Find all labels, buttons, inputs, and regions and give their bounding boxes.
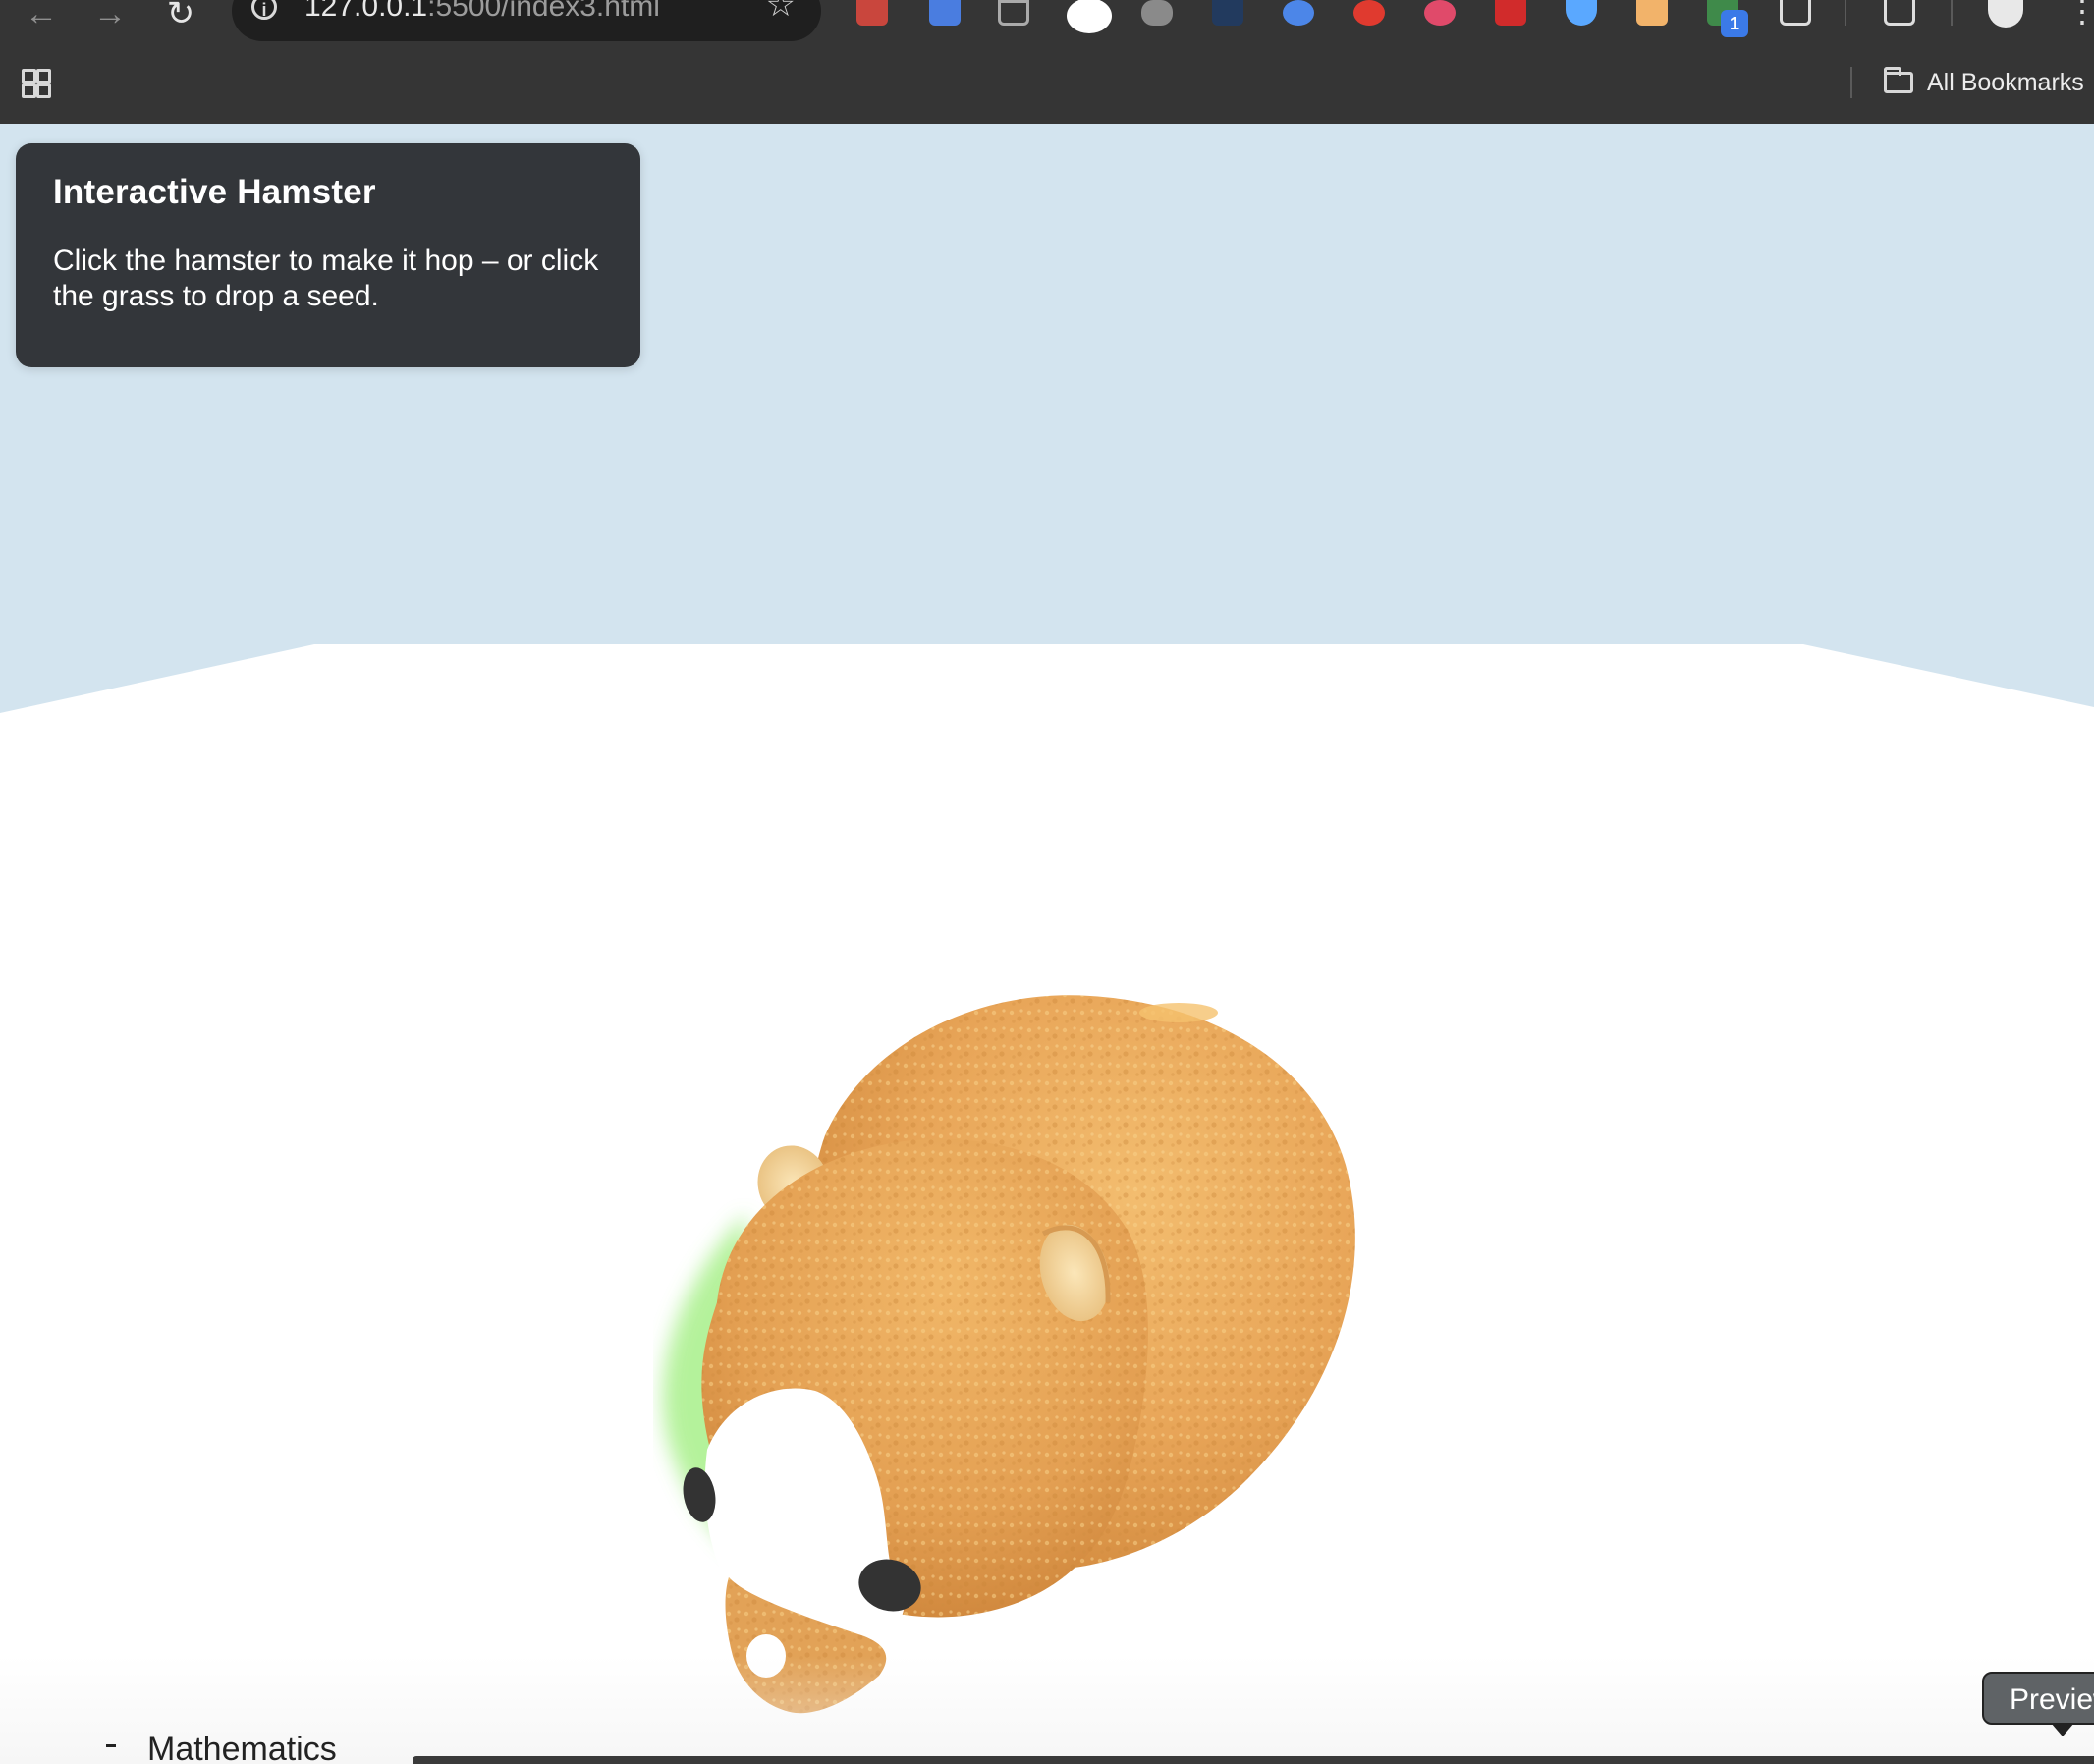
bottom-panel-edge <box>413 1756 2094 1764</box>
hand-extension-icon[interactable] <box>1353 0 1385 26</box>
bookmarks-divider <box>1850 67 1852 98</box>
diamond-extension-icon[interactable] <box>1566 0 1597 26</box>
extension-badge: 1 <box>1721 10 1748 37</box>
sun-extension-icon[interactable] <box>1636 0 1668 26</box>
site-info-icon[interactable]: i <box>251 0 277 20</box>
bookmarks-bar: All Bookmarks <box>0 55 2094 126</box>
scene-canvas[interactable] <box>0 124 2094 1764</box>
translate-extension-icon[interactable] <box>929 0 961 26</box>
browser-toolbar: ← → ↻ i 127.0.0.1:5500/index3.html ☆ 1 ⋮ <box>0 0 2094 55</box>
more-menu-icon[interactable]: ⋮ <box>2066 0 2094 27</box>
pdf-extension-icon[interactable] <box>856 0 888 26</box>
glasses-extension-icon[interactable] <box>1141 0 1173 26</box>
toolbar-divider <box>1845 0 1846 26</box>
info-panel: Interactive Hamster Click the hamster to… <box>16 143 640 367</box>
preview-tooltip[interactable]: Preview <box>1982 1672 2094 1725</box>
info-panel-instructions: Click the hamster to make it hop – or cl… <box>53 245 599 312</box>
tooltip-arrow <box>2051 1723 2074 1736</box>
profile-avatar[interactable] <box>1988 0 2023 28</box>
page-viewport: Interactive Hamster Click the hamster to… <box>0 124 2094 1764</box>
apps-grid-icon[interactable] <box>22 69 51 98</box>
bookmark-star-icon[interactable]: ☆ <box>766 0 796 22</box>
screenshot-icon[interactable] <box>1884 0 1915 26</box>
back-arrow-icon[interactable]: ← <box>20 0 63 43</box>
reload-icon[interactable]: ↻ <box>159 0 202 43</box>
puzzle-extensions-icon[interactable] <box>1780 0 1811 26</box>
address-bar[interactable]: i 127.0.0.1:5500/index3.html ☆ <box>232 0 821 41</box>
moon-extension-icon[interactable] <box>1212 0 1243 26</box>
forward-arrow-icon[interactable]: → <box>88 0 132 43</box>
all-bookmarks-label: All Bookmarks <box>1927 68 2084 96</box>
ublock-extension-icon[interactable] <box>1067 0 1112 33</box>
info-panel-title: Interactive Hamster <box>53 173 376 211</box>
all-bookmarks-button[interactable]: All Bookmarks <box>1884 65 2084 100</box>
peek-bullet <box>106 1744 116 1747</box>
folder-icon <box>1884 67 1913 93</box>
edit-extension-icon[interactable] <box>998 0 1029 26</box>
url-host: 127.0.0.1 <box>304 0 428 23</box>
graduation-extension-icon[interactable] <box>1283 0 1314 26</box>
toolbar-divider-2 <box>1951 0 1953 26</box>
url-path: :5500/index3.html <box>427 0 660 23</box>
underlying-page-text: Mathematics <box>147 1731 337 1764</box>
fastforward-extension-icon[interactable] <box>1495 0 1526 26</box>
block-extension-icon[interactable] <box>1424 0 1456 26</box>
url-text[interactable]: 127.0.0.1:5500/index3.html <box>304 0 660 24</box>
